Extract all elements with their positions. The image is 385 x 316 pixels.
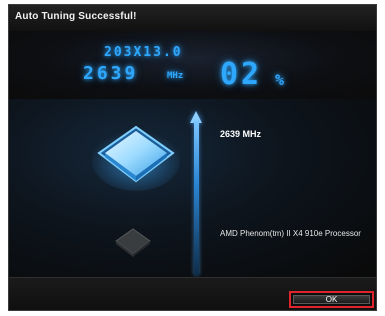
frequency-unit: MHz bbox=[167, 71, 184, 81]
cpu-chip-icon bbox=[91, 119, 181, 193]
frequency-readout: 2639 bbox=[83, 63, 139, 84]
ok-button-label: OK bbox=[293, 295, 370, 304]
auto-tuning-dialog: Auto Tuning Successful! 203X13.0 2639 MH… bbox=[8, 4, 377, 311]
multiplier-formula: 203X13.0 bbox=[104, 45, 183, 60]
title-bar: Auto Tuning Successful! bbox=[9, 5, 376, 31]
percent-sign: % bbox=[275, 71, 285, 89]
overclock-percent: 02 bbox=[220, 57, 263, 92]
dialog-footer: OK bbox=[9, 277, 376, 310]
dialog-title: Auto Tuning Successful! bbox=[15, 11, 137, 22]
cpu-model-label: AMD Phenom(tm) II X4 910e Processor bbox=[220, 229, 361, 238]
cpu-chip-dim-icon bbox=[113, 227, 153, 259]
ok-button[interactable]: OK bbox=[289, 291, 374, 308]
tuned-frequency-label: 2639 MHz bbox=[220, 129, 262, 139]
up-arrow-shaft bbox=[194, 121, 199, 275]
tuning-result-header: 203X13.0 2639 MHz 02 % bbox=[9, 31, 376, 99]
tuning-visual-area: 2639 MHz AMD Phenom(tm) II X4 910e Proce… bbox=[9, 99, 376, 277]
